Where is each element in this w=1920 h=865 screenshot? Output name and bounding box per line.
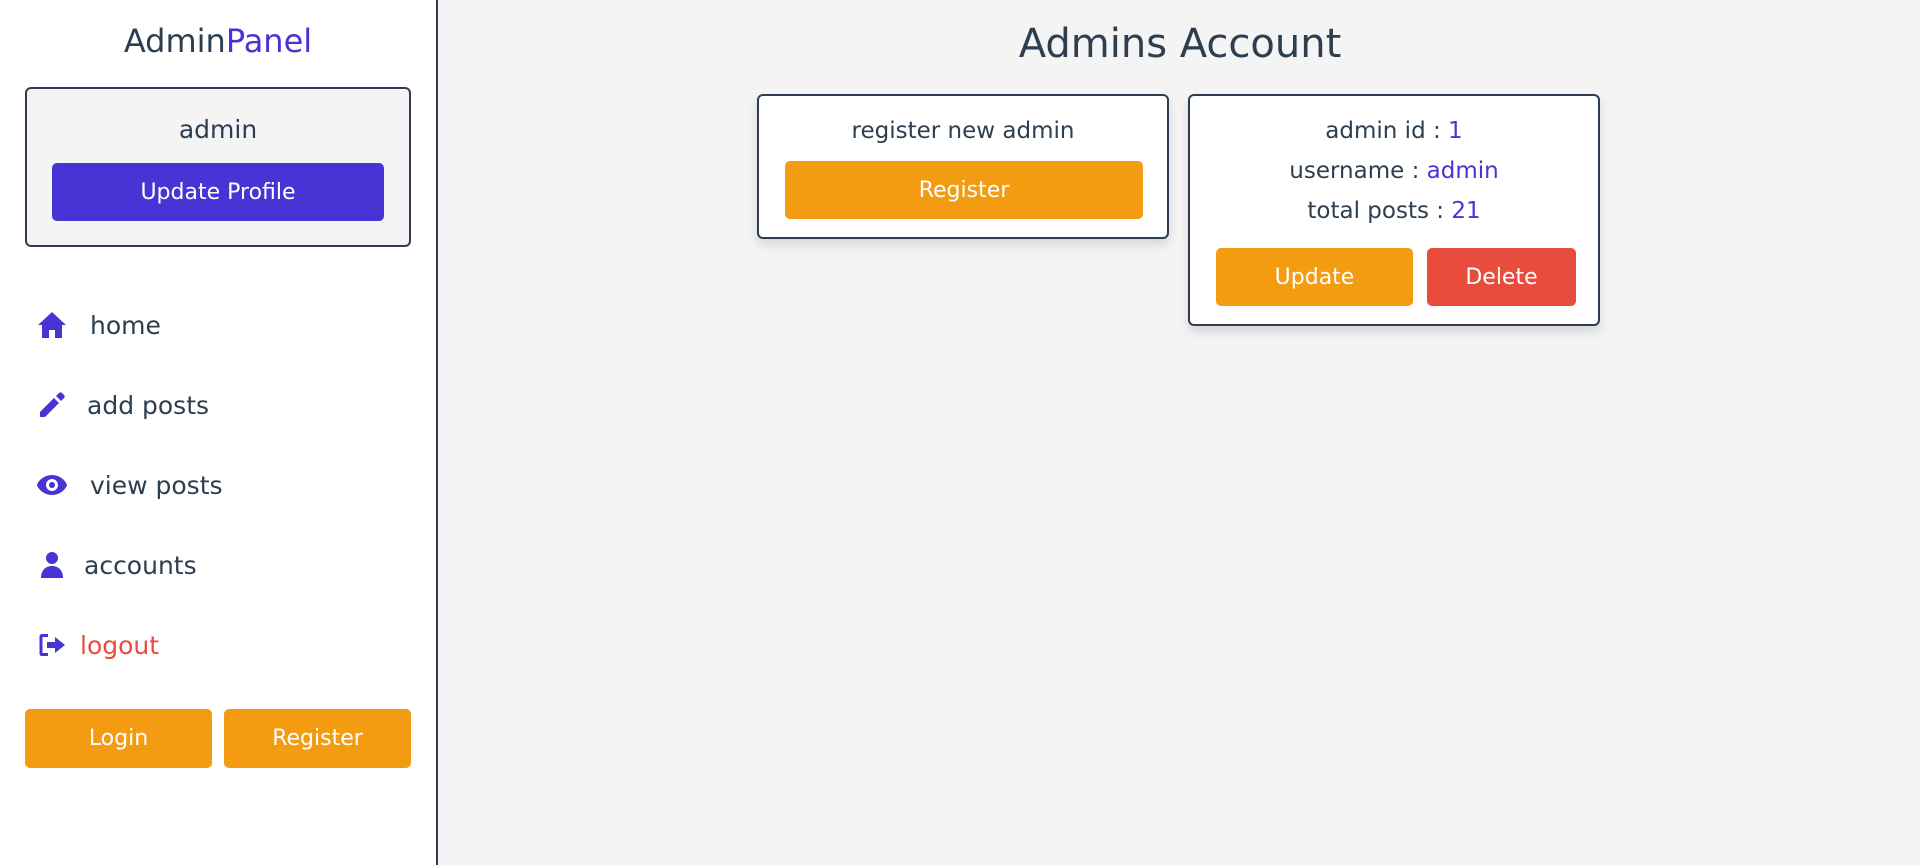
delete-admin-button[interactable]: Delete: [1427, 248, 1576, 306]
pencil-icon: [36, 389, 68, 421]
logo-panel: Panel: [225, 22, 313, 60]
admin-id-line: admin id : 1: [1190, 118, 1598, 144]
register-card-text: register new admin: [851, 118, 1075, 144]
username-value: admin: [1426, 158, 1499, 184]
user-icon: [36, 549, 68, 581]
eye-icon: [36, 469, 68, 501]
logo-admin: Admin: [123, 22, 226, 60]
sidebar-item-label: view posts: [90, 470, 223, 500]
update-profile-button[interactable]: Update Profile: [52, 163, 384, 221]
update-admin-button[interactable]: Update: [1216, 248, 1413, 306]
sidebar-item-label: add posts: [87, 390, 210, 420]
logo[interactable]: AdminPanel: [0, 22, 436, 60]
page-title: Admins Account: [1018, 21, 1342, 67]
sidebar-item-add-posts[interactable]: add posts: [36, 385, 209, 425]
admin-info-card: admin id : 1 username : admin total post…: [1188, 94, 1600, 326]
admin-id-label: admin id :: [1325, 118, 1449, 144]
username-label: username :: [1289, 158, 1427, 184]
admin-id-value: 1: [1448, 118, 1463, 144]
total-posts-line: total posts : 21: [1190, 198, 1598, 224]
sidebar-item-logout[interactable]: logout: [36, 625, 159, 665]
register-button[interactable]: Register: [224, 709, 411, 768]
sidebar-item-label: accounts: [84, 550, 197, 580]
home-icon: [36, 309, 68, 341]
profile-box: admin Update Profile: [25, 87, 411, 247]
sidebar: AdminPanel admin Update Profile home add…: [0, 0, 438, 865]
sidebar-item-home[interactable]: home: [36, 305, 161, 345]
sidebar-item-view-posts[interactable]: view posts: [36, 465, 223, 505]
total-posts-value: 21: [1451, 198, 1481, 224]
register-admin-button[interactable]: Register: [785, 161, 1143, 219]
sidebar-item-accounts[interactable]: accounts: [36, 545, 197, 585]
total-posts-label: total posts :: [1307, 198, 1452, 224]
profile-name: admin: [178, 115, 258, 144]
logout-icon: [36, 629, 68, 661]
sidebar-item-label: home: [90, 310, 161, 340]
login-button[interactable]: Login: [25, 709, 212, 768]
register-admin-card: register new admin Register: [757, 94, 1169, 239]
sidebar-item-label: logout: [80, 630, 160, 660]
username-line: username : admin: [1190, 158, 1598, 184]
